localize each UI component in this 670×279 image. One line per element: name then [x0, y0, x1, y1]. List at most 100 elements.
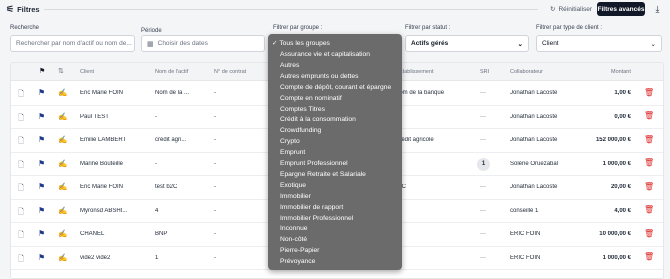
document-icon[interactable]: 🗋 — [18, 88, 24, 101]
search-label: Recherche — [10, 25, 40, 31]
asset-name: 1 — [155, 254, 159, 261]
group-option[interactable]: Inconnue — [268, 223, 402, 234]
group-option[interactable]: Pierre-Papier — [268, 245, 402, 256]
col-amount[interactable]: Montant — [611, 69, 631, 75]
flag-icon[interactable]: ⚑ — [38, 159, 45, 168]
client-name[interactable]: Marine Bouteille — [80, 161, 152, 167]
group-option[interactable]: Immobilier — [268, 191, 402, 202]
sync-icon[interactable]: ⇅ — [58, 67, 64, 75]
flag-icon[interactable]: ⚑ — [38, 88, 45, 97]
col-collaborator[interactable]: Collaborateur — [510, 69, 543, 75]
group-option[interactable]: Immobilier de rapport — [268, 202, 402, 213]
asset-name: crédit agri... — [155, 137, 187, 143]
contract-number: - — [214, 90, 216, 96]
sri-value: — — [480, 184, 486, 190]
sri-value: — — [480, 254, 486, 261]
document-icon[interactable]: 🗋 — [18, 159, 24, 172]
document-icon[interactable]: 🗋 — [18, 182, 24, 195]
flag-icon[interactable]: ⚑ — [38, 182, 45, 191]
group-option[interactable]: Exotique — [268, 180, 402, 191]
client-name[interactable]: Paul TEST — [80, 114, 152, 120]
signature-icon[interactable]: ✍ — [58, 206, 67, 215]
group-option[interactable]: Crowdfunding — [268, 125, 402, 136]
flag-icon[interactable]: ⚑ — [38, 112, 45, 121]
group-option[interactable]: Non-côté — [268, 234, 402, 245]
client-name[interactable]: Emilie LAMBERT — [80, 137, 152, 143]
document-icon[interactable]: 🗋 — [18, 135, 24, 148]
document-icon[interactable]: 🗋 — [18, 229, 24, 242]
amount: 152 000,00 € — [595, 137, 631, 143]
group-option[interactable]: Assurance vie et capitalisation — [268, 49, 402, 60]
signature-icon[interactable]: ✍ — [58, 229, 67, 238]
col-asset-name[interactable]: Nom de l'actif — [155, 69, 188, 75]
flag-icon[interactable]: ⚑ — [38, 229, 45, 238]
institution: b2C — [395, 184, 475, 190]
flag-icon[interactable]: ⚑ — [38, 135, 45, 144]
col-institution[interactable]: Établissement — [399, 69, 434, 75]
amount: 10 000,00 € — [599, 231, 631, 237]
flag-icon[interactable]: ⚑ — [38, 253, 45, 262]
flag-icon[interactable]: ⚑ — [38, 206, 45, 215]
group-option[interactable]: Emprunt Professionnel — [268, 158, 402, 169]
group-option-selected[interactable]: ✓ Tous les groupes — [268, 38, 402, 49]
signature-icon[interactable]: ✍ — [58, 182, 67, 191]
signature-icon[interactable]: ✍ — [58, 253, 67, 262]
asset-name: Nom de la ... — [155, 90, 190, 96]
group-filter-dropdown[interactable]: ✓ Tous les groupes Assurance vie et capi… — [268, 34, 402, 270]
group-option[interactable]: Crypto — [268, 136, 402, 147]
contract-number: - — [214, 231, 216, 237]
client-type-select[interactable]: Client ⌄ — [536, 35, 662, 52]
col-client[interactable]: Client — [80, 69, 94, 75]
group-option[interactable]: Epargne Retraite et Salariale — [268, 169, 402, 180]
client-name[interactable]: Myronsd ABSHI... — [80, 208, 152, 214]
reset-button[interactable]: ↻ Réinitialiser — [550, 5, 592, 14]
download-icon[interactable]: ⤓ — [651, 3, 664, 16]
flag-icon[interactable]: ⚑ — [39, 67, 45, 75]
trash-icon[interactable]: 🗑 — [644, 229, 654, 238]
asset-name: 4 — [155, 207, 159, 214]
group-option[interactable]: Compte en nominatif — [268, 93, 402, 104]
signature-icon[interactable]: ✍ — [58, 112, 67, 121]
amount: 4,00 € — [614, 207, 631, 214]
sri-value: — — [480, 137, 486, 143]
trash-icon[interactable]: 🗑 — [644, 182, 654, 191]
amount: 1,00 € — [614, 90, 631, 96]
trash-icon[interactable]: 🗑 — [644, 205, 654, 214]
document-icon[interactable]: 🗋 — [18, 206, 24, 219]
amount: 20,00 € — [610, 184, 631, 190]
group-option[interactable]: Compte de dépôt, courant et épargne — [268, 82, 402, 93]
trash-icon[interactable]: 🗑 — [644, 158, 654, 167]
filters-header: ⚟ Filtres — [6, 5, 40, 15]
trash-icon[interactable]: 🗑 — [644, 88, 654, 97]
signature-icon[interactable]: ✍ — [58, 135, 67, 144]
client-name[interactable]: CHANEL — [80, 231, 152, 237]
trash-icon[interactable]: 🗑 — [644, 252, 654, 261]
amount: 1 000,00 € — [602, 254, 631, 261]
col-sri[interactable]: SRI — [480, 69, 489, 75]
group-option[interactable]: Emprunt — [268, 147, 402, 158]
client-name[interactable]: Eric Marie FOIN — [80, 90, 152, 96]
advanced-filters-button[interactable]: Filtres avancés — [597, 2, 645, 16]
group-option[interactable]: Immobilier Professionnel — [268, 213, 402, 224]
trash-icon[interactable]: 🗑 — [644, 111, 654, 120]
document-icon[interactable]: 🗋 — [18, 112, 24, 125]
status-select[interactable]: Actifs gérés ⌄ — [405, 35, 529, 52]
signature-icon[interactable]: ✍ — [58, 88, 67, 97]
contract-number: - — [214, 113, 216, 120]
group-option[interactable]: Autres emprunts ou dettes — [268, 71, 402, 82]
search-input[interactable]: Rechercher par nom d'actif ou nom de... — [10, 35, 135, 52]
group-option[interactable]: Crédit à la consommation — [268, 114, 402, 125]
client-name[interactable]: Eric Marie FOIN — [80, 184, 152, 190]
client-name[interactable]: vide2 vide2 — [80, 255, 152, 261]
document-icon[interactable]: 🗋 — [18, 253, 24, 266]
signature-icon[interactable]: ✍ — [58, 159, 67, 168]
group-option[interactable]: Autres — [268, 60, 402, 71]
asset-name: - — [155, 160, 157, 167]
col-contract[interactable]: N° de contrat — [214, 69, 246, 75]
period-date-picker[interactable]: ▦ Choisir des dates — [141, 35, 265, 52]
group-option[interactable]: Comptes Titres — [268, 104, 402, 115]
trash-icon[interactable]: 🗑 — [644, 135, 654, 144]
group-option[interactable]: Prévoyance — [268, 256, 402, 267]
refresh-icon: ↻ — [550, 6, 556, 13]
status-filter-label: Filtrer par statut : — [405, 25, 451, 31]
